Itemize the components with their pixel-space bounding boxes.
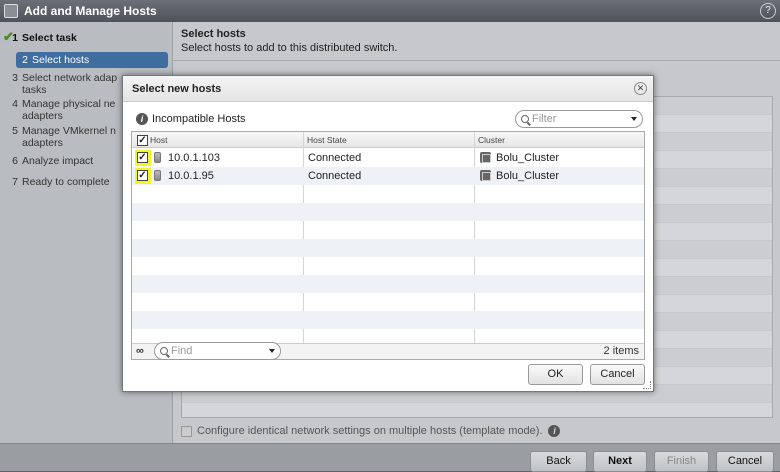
- next-button[interactable]: Next: [593, 451, 647, 472]
- checkmark-icon: ✔: [3, 29, 14, 44]
- host-name: 10.0.1.103: [168, 152, 220, 164]
- divider: [173, 60, 780, 61]
- binoculars-icon[interactable]: ∞: [136, 345, 144, 357]
- column-header-host[interactable]: Host: [132, 132, 303, 148]
- cancel-button[interactable]: Cancel: [716, 451, 774, 472]
- step-number: 7: [12, 176, 18, 188]
- cluster-name: Bolu_Cluster: [496, 170, 559, 182]
- step-number: 6: [12, 155, 18, 167]
- hosts-grid: Host ✓ Host State Cluster ✓ 10.0.1.103 C…: [131, 131, 645, 360]
- filter-placeholder: Filter: [532, 113, 557, 125]
- step-label: Analyze impact: [22, 155, 94, 167]
- step-number: 4: [12, 98, 18, 110]
- close-icon[interactable]: ✕: [634, 82, 647, 95]
- step-label: Select task: [22, 32, 77, 44]
- resize-grip-icon[interactable]: [643, 381, 651, 389]
- step-label: Ready to complete: [22, 176, 110, 188]
- step-label: Manage VMkernel n: [22, 125, 116, 137]
- column-header-host-state[interactable]: Host State: [303, 132, 474, 148]
- table-row[interactable]: ✓ 10.0.1.95 Connected Bolu_Cluster: [132, 167, 644, 185]
- row-checkbox[interactable]: ✓: [137, 152, 148, 163]
- host-icon: [154, 152, 161, 163]
- row-checkbox[interactable]: ✓: [137, 170, 148, 181]
- step-select-task[interactable]: ✔ 1 Select task: [3, 29, 172, 44]
- step-number: 5: [12, 125, 18, 137]
- select-new-hosts-dialog: Select new hosts ✕ i Incompatible Hosts …: [122, 75, 654, 392]
- cluster-icon: [480, 170, 491, 181]
- host-state: Connected: [308, 170, 362, 182]
- host-icon: [154, 170, 161, 181]
- step-number: 2: [22, 54, 28, 66]
- select-all-checkbox[interactable]: ✓: [137, 135, 148, 146]
- find-placeholder: Find: [171, 345, 193, 357]
- app-icon: [4, 4, 18, 18]
- wizard-footer: Back Next Finish Cancel: [0, 443, 780, 472]
- step-number: 3: [12, 72, 18, 84]
- step-label-line2: adapters: [22, 137, 63, 149]
- items-count: 2 items: [603, 345, 639, 357]
- window-titlebar: Add and Manage Hosts ?: [0, 0, 780, 22]
- cluster-name: Bolu_Cluster: [496, 152, 559, 164]
- page-title: Select hosts: [181, 28, 246, 40]
- step-label-line2: adapters: [22, 110, 63, 122]
- incompatible-hosts-link[interactable]: i Incompatible Hosts: [136, 113, 246, 125]
- find-input[interactable]: Find: [154, 342, 281, 360]
- back-button[interactable]: Back: [530, 451, 587, 472]
- filter-input[interactable]: Filter: [515, 110, 643, 128]
- finish-button[interactable]: Finish: [654, 451, 709, 472]
- chevron-down-icon[interactable]: [631, 117, 637, 121]
- host-name: 10.0.1.95: [168, 170, 214, 182]
- window-title: Add and Manage Hosts: [24, 4, 157, 18]
- incompatible-hosts-label: Incompatible Hosts: [152, 113, 246, 125]
- step-label: Select network adap: [22, 72, 118, 84]
- dialog-cancel-button[interactable]: Cancel: [590, 364, 645, 385]
- column-header-cluster[interactable]: Cluster: [474, 132, 644, 148]
- info-icon: i: [136, 113, 148, 125]
- step-label-line2: tasks: [22, 84, 47, 96]
- info-icon[interactable]: i: [548, 425, 561, 437]
- template-mode-checkbox[interactable]: [181, 425, 192, 437]
- cluster-icon: [480, 152, 491, 163]
- step-label: Select hosts: [32, 54, 90, 66]
- dialog-title: Select new hosts: [123, 76, 653, 102]
- step-select-hosts[interactable]: 2 Select hosts: [16, 52, 168, 68]
- ok-button[interactable]: OK: [528, 364, 583, 385]
- page-subtitle: Select hosts to add to this distributed …: [181, 42, 398, 54]
- step-label: Manage physical ne: [22, 98, 116, 110]
- help-icon[interactable]: ?: [760, 3, 776, 19]
- host-state: Connected: [308, 152, 362, 164]
- search-icon: [160, 347, 168, 355]
- chevron-down-icon[interactable]: [269, 349, 275, 353]
- search-icon: [521, 115, 529, 123]
- template-mode-row: Configure identical network settings on …: [181, 425, 561, 437]
- template-mode-label: Configure identical network settings on …: [197, 425, 543, 437]
- table-row[interactable]: ✓ 10.0.1.103 Connected Bolu_Cluster: [132, 149, 644, 167]
